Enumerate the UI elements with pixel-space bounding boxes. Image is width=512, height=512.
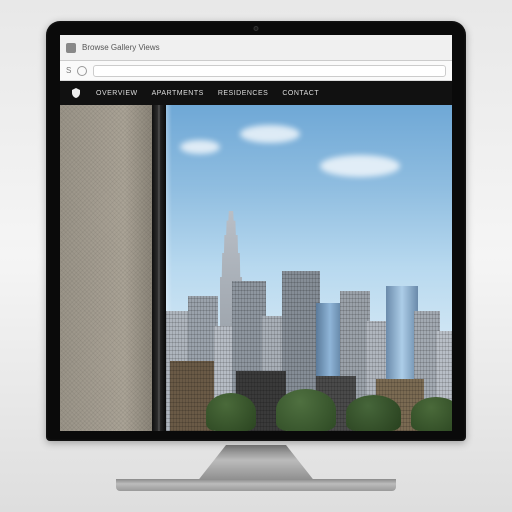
nav-overview[interactable]: Overview xyxy=(96,90,138,97)
address-bar[interactable] xyxy=(93,65,446,77)
screen-bezel: Browse Gallery Views S Overview Apartmen… xyxy=(46,21,466,441)
browser-address-row: S xyxy=(60,61,452,81)
screen-content: Browse Gallery Views S Overview Apartmen… xyxy=(60,35,452,431)
hero-image xyxy=(60,105,452,431)
tree xyxy=(276,389,336,431)
nav-residences[interactable]: Residences xyxy=(218,90,269,97)
laptop-hinge xyxy=(116,479,396,491)
tree xyxy=(206,393,256,431)
laptop-display: Browse Gallery Views S Overview Apartmen… xyxy=(21,21,491,491)
tree xyxy=(346,395,401,431)
cloud-icon xyxy=(320,155,400,177)
city-skyline xyxy=(166,251,452,431)
url-prefix: S xyxy=(66,66,71,75)
monitor-stand xyxy=(196,445,316,483)
tree xyxy=(411,397,452,431)
window-frame xyxy=(152,105,166,431)
cloud-icon xyxy=(180,140,220,154)
browser-tab-bar: Browse Gallery Views xyxy=(60,35,452,61)
nav-contact[interactable]: Contact xyxy=(282,90,319,97)
site-header: Overview Apartments Residences Contact xyxy=(60,81,452,105)
shield-icon[interactable] xyxy=(70,87,82,99)
reload-icon[interactable] xyxy=(77,66,87,76)
webcam-icon xyxy=(254,26,259,31)
cloud-icon xyxy=(240,125,300,143)
building-wall xyxy=(60,105,152,431)
favicon-icon xyxy=(66,43,76,53)
nav-apartments[interactable]: Apartments xyxy=(152,90,204,97)
tab-title[interactable]: Browse Gallery Views xyxy=(82,43,160,52)
